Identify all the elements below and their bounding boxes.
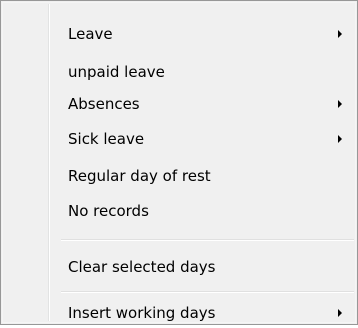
menu-item-sick-leave[interactable]: Sick leave — [4, 124, 354, 154]
menu-item-regular-day-of-rest[interactable]: Regular day of rest — [4, 161, 354, 191]
menu-item-label: Leave — [68, 25, 113, 43]
chevron-right-icon — [338, 100, 342, 108]
chevron-right-icon — [338, 309, 342, 317]
menu-item-leave[interactable]: Leave — [4, 19, 354, 49]
menu-item-label: Clear selected days — [68, 258, 216, 276]
chevron-right-icon — [338, 30, 342, 38]
menu-item-label: Insert working days — [68, 304, 216, 322]
menu-item-clear-selected-days[interactable]: Clear selected days — [4, 252, 354, 282]
menu-item-no-records[interactable]: No records — [4, 196, 354, 226]
menu-item-insert-working-days[interactable]: Insert working days — [4, 298, 354, 328]
menu-item-label: Sick leave — [68, 130, 145, 148]
context-menu: Leave unpaid leave Absences Sick leave R… — [0, 0, 358, 325]
menu-item-label: Absences — [68, 95, 140, 113]
menu-item-label: Regular day of rest — [68, 167, 211, 185]
menu-item-unpaid-leave[interactable]: unpaid leave — [4, 57, 354, 87]
separator-highlight — [61, 240, 354, 241]
menu-item-label: unpaid leave — [68, 63, 165, 81]
separator-highlight — [61, 292, 354, 293]
menu-separator — [61, 239, 354, 241]
menu-item-label: No records — [68, 202, 149, 220]
menu-separator — [61, 291, 354, 293]
menu-item-absences[interactable]: Absences — [4, 89, 354, 119]
chevron-right-icon — [338, 135, 342, 143]
